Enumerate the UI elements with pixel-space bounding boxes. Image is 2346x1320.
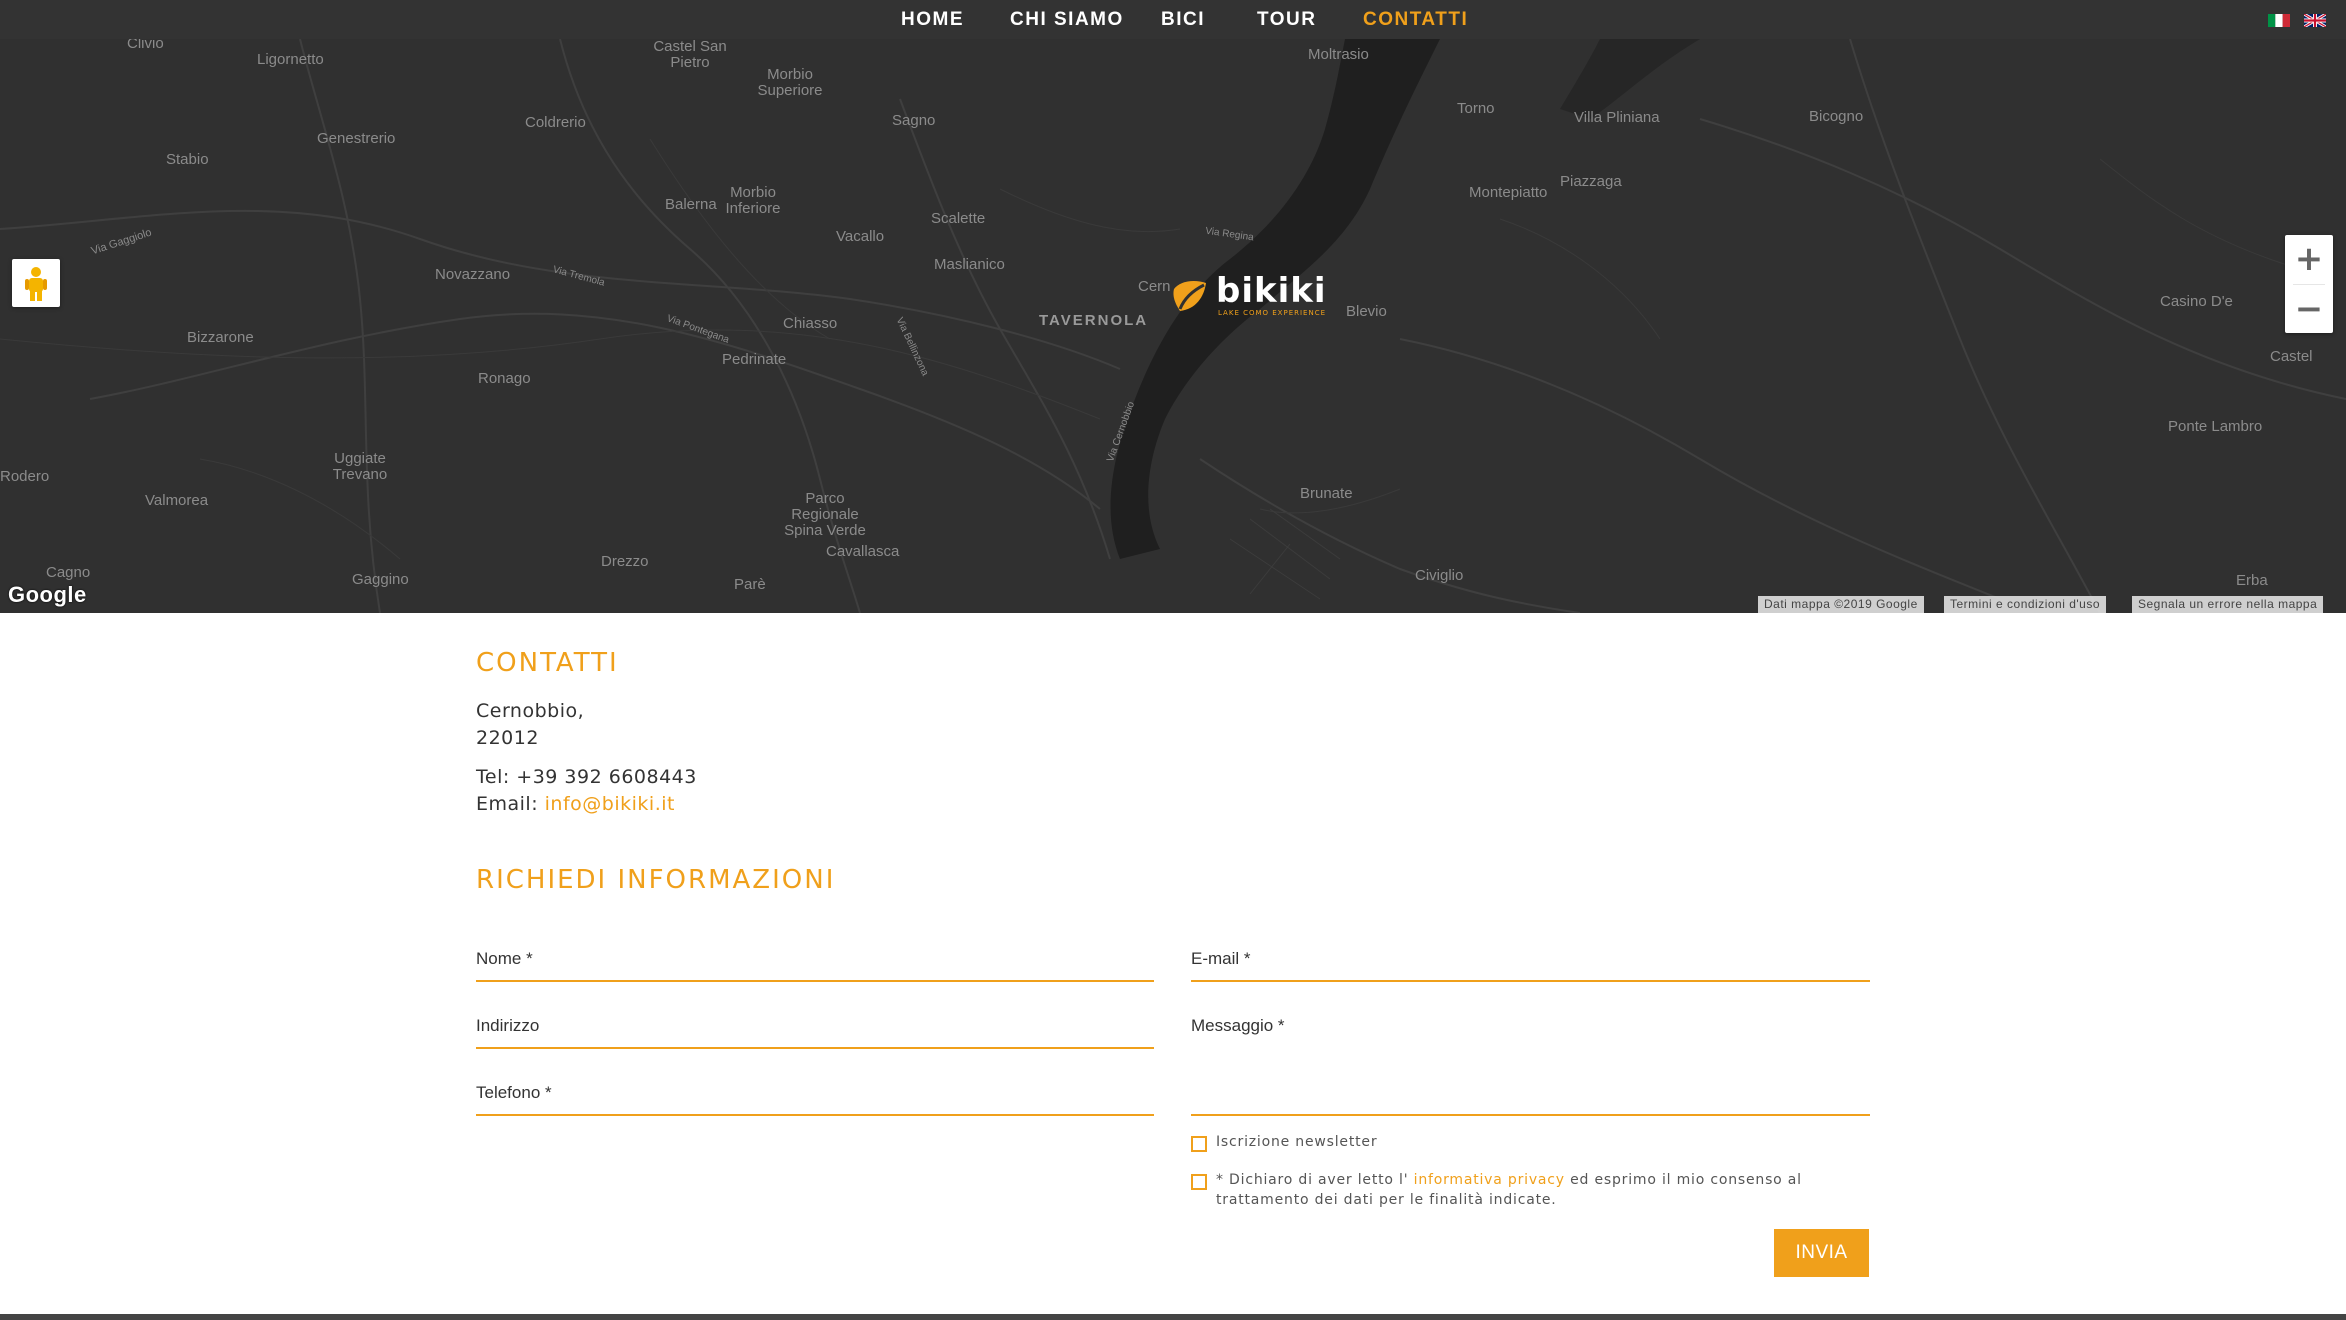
map-place: Rodero: [0, 468, 50, 485]
bikiki-brand-name: bikiki: [1216, 271, 1327, 311]
map-place: Drezzo: [601, 553, 649, 570]
message-textarea[interactable]: [1191, 1009, 1874, 1118]
italian-flag-icon[interactable]: [2268, 14, 2290, 27]
map-place: TAVERNOLA: [1039, 312, 1149, 329]
map-zoom-control: + −: [2285, 235, 2333, 333]
map-place: Bizzarone: [187, 329, 254, 346]
pegman-icon: [25, 267, 47, 301]
map-place: Cagno: [46, 564, 91, 581]
contacts-title: CONTATTI: [476, 648, 619, 678]
map-base-layer: [0, 39, 2346, 613]
nav-link-home[interactable]: HOME: [901, 0, 964, 39]
map-place: Casino D'e: [2160, 293, 2233, 310]
contact-city: Cernobbio,: [476, 700, 585, 722]
email-field[interactable]: E-mail *: [1191, 942, 1874, 982]
bikiki-brand-tagline: LAKE COMO EXPERIENCE: [1218, 309, 1327, 317]
map-data-attribution: Dati mappa ©2019 Google: [1758, 596, 1924, 613]
contact-email-label: Email:: [476, 793, 545, 815]
phone-input[interactable]: [476, 1076, 1158, 1116]
nav-links: HOME CHI SIAMO BICI TOUR CONTATTI: [0, 0, 2346, 39]
map-report-error-link[interactable]: Segnala un errore nella mappa: [2132, 596, 2324, 613]
map-place: Morbio Inferiore: [725, 184, 781, 217]
bikiki-map-marker[interactable]: bikiki LAKE COMO EXPERIENCE: [1170, 271, 1326, 319]
map-place: Pedrinate: [722, 351, 787, 368]
zoom-in-button[interactable]: +: [2285, 235, 2333, 283]
map-place: Cavallasca: [826, 543, 900, 560]
map-place: Castel San Pietro: [653, 39, 727, 71]
google-map[interactable]: Clivio Ligornetto Castel San Pietro Morb…: [0, 39, 2346, 613]
map-place: Erba: [2236, 572, 2268, 589]
map-place: Balerna: [665, 196, 717, 213]
map-place: Moltrasio: [1308, 46, 1369, 63]
google-logo: Google: [8, 582, 87, 607]
map-place: Bicogno: [1809, 108, 1864, 125]
nav-link-bici[interactable]: BICI: [1161, 0, 1205, 39]
map-place: Novazzano: [435, 266, 511, 283]
map-place: Ligornetto: [257, 51, 324, 68]
map-place: Parco Regionale Spina Verde: [784, 490, 866, 539]
map-place: Sagno: [892, 112, 936, 129]
map-place: Gaggino: [352, 571, 409, 588]
privacy-consent-label[interactable]: * Dichiaro di aver letto l' informativa …: [1216, 1170, 1866, 1210]
map-place: Civiglio: [1415, 567, 1464, 584]
newsletter-label[interactable]: Iscrizione newsletter: [1216, 1132, 1377, 1152]
newsletter-checkbox[interactable]: [1191, 1136, 1207, 1152]
message-field[interactable]: Messaggio *: [1191, 1009, 1874, 1118]
map-place: Valmorea: [145, 492, 209, 509]
map-place: Piazzaga: [1560, 173, 1622, 190]
top-navigation-bar: HOME CHI SIAMO BICI TOUR CONTATTI: [0, 0, 2346, 39]
map-place: Parè: [734, 576, 766, 593]
map-place: Vacallo: [836, 228, 885, 245]
contact-zip: 22012: [476, 727, 539, 749]
privacy-checkbox[interactable]: [1191, 1174, 1207, 1190]
submit-button[interactable]: INVIA: [1774, 1229, 1869, 1277]
email-input[interactable]: [1191, 942, 1874, 982]
map-place: Brunate: [1300, 485, 1353, 502]
nav-link-contatti[interactable]: CONTATTI: [1363, 0, 1468, 39]
map-place: Cern: [1138, 278, 1171, 295]
map-place: Stabio: [166, 151, 209, 168]
map-place: Chiasso: [783, 315, 838, 332]
map-place: Coldrerio: [525, 114, 586, 131]
map-place: Morbio Superiore: [757, 66, 823, 99]
contact-phone: Tel: +39 392 6608443: [476, 766, 697, 788]
map-place: Clivio: [127, 39, 164, 52]
privacy-policy-link[interactable]: informativa privacy: [1408, 1172, 1565, 1188]
map-place: Maslianico: [934, 256, 1005, 273]
contact-email-link[interactable]: info@bikiki.it: [545, 793, 675, 815]
street-view-pegman[interactable]: [12, 259, 60, 307]
map-terms-link[interactable]: Termini e condizioni d'uso: [1944, 596, 2107, 613]
form-title: RICHIEDI INFORMAZIONI: [476, 865, 836, 895]
map-place: Genestrerio: [317, 130, 396, 147]
nav-link-tour[interactable]: TOUR: [1257, 0, 1316, 39]
map-place: Ponte Lambro: [2168, 418, 2263, 435]
map-place: Ronago: [478, 370, 531, 387]
contact-email-line: Email: info@bikiki.it: [476, 793, 675, 815]
map-place: Uggiate Trevano: [332, 450, 388, 483]
map-place: Blevio: [1346, 303, 1387, 320]
map-place: Villa Pliniana: [1574, 109, 1660, 126]
bikiki-logo-icon: [1173, 281, 1206, 311]
map-place: Castel: [2270, 348, 2313, 365]
map-place: Montepiatto: [1469, 184, 1548, 201]
map-place: Torno: [1457, 100, 1495, 117]
footer-bar: [0, 1314, 2346, 1320]
uk-flag-icon[interactable]: [2304, 14, 2326, 27]
privacy-consent-prefix: * Dichiaro di aver letto l': [1216, 1172, 1409, 1188]
nav-link-chi-siamo[interactable]: CHI SIAMO: [1010, 0, 1124, 39]
zoom-out-button[interactable]: −: [2285, 285, 2333, 333]
name-field[interactable]: Nome *: [476, 942, 1158, 982]
address-input[interactable]: [476, 1009, 1158, 1049]
address-field[interactable]: Indirizzo: [476, 1009, 1158, 1049]
phone-field[interactable]: Telefono *: [476, 1076, 1158, 1116]
map-place: Scalette: [931, 210, 986, 227]
name-input[interactable]: [476, 942, 1158, 982]
